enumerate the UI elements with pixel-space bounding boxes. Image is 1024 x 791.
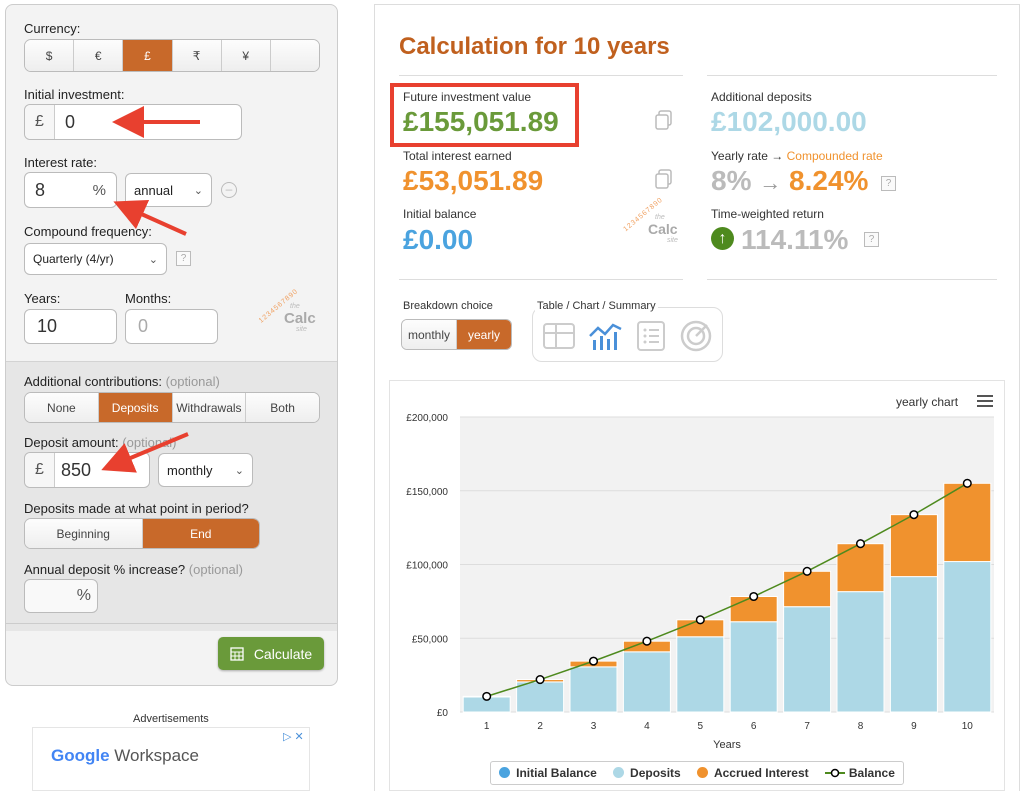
y-tick-label: £200,000: [406, 413, 448, 424]
y-tick-label: £50,000: [412, 634, 449, 645]
twr-label: Time-weighted return: [711, 207, 824, 221]
logo-site: site: [667, 237, 678, 244]
chart-icon[interactable]: [589, 320, 623, 352]
balance-point: [909, 510, 919, 520]
calc-logo: 1234567890 the Calc site: [622, 196, 688, 249]
additional-deposits-label: Additional deposits: [711, 90, 812, 104]
help-icon[interactable]: ?: [881, 176, 896, 191]
logo-word: Calc: [648, 221, 678, 237]
x-tick-label: 6: [751, 721, 757, 732]
deposits-bar: [569, 666, 618, 713]
balance-point: [535, 675, 545, 685]
copy-icon[interactable]: [654, 169, 674, 189]
ads-label: Advertisements: [133, 713, 209, 725]
ad-box[interactable]: Google Workspace ▷ ✕: [32, 727, 310, 791]
balance-point: [588, 656, 599, 666]
x-tick-label: 9: [911, 721, 917, 732]
annotation-arrows: [101, 106, 200, 473]
deposits-bar: [889, 576, 938, 713]
balance-point: [962, 478, 972, 488]
deposits-bar: [676, 636, 725, 713]
page-title: Calculation for 10 years: [399, 33, 670, 60]
initial-balance-label: Initial balance: [403, 207, 477, 221]
logo-the: the: [655, 214, 665, 221]
x-tick-label: 2: [537, 721, 543, 732]
percent-unit: %: [76, 587, 91, 604]
arrow-deposit: [101, 432, 189, 473]
twr-value: 114.11%: [741, 224, 849, 255]
future-value-label: Future investment value: [403, 90, 532, 104]
interest-earned-label: Total interest earned: [403, 149, 512, 163]
divider: [6, 623, 337, 624]
interest-bar: [836, 543, 885, 593]
deposits-bar: [516, 681, 565, 713]
divider: [707, 279, 997, 280]
deposit-increase-input[interactable]: %: [24, 579, 98, 613]
breakdown-selector: monthly yearly: [401, 319, 512, 350]
legend-accrued-interest[interactable]: Accrued Interest: [696, 766, 809, 780]
breakdown-yearly[interactable]: yearly: [457, 320, 511, 349]
y-tick-label: £100,000: [406, 561, 448, 572]
divider: [399, 75, 683, 76]
x-axis-label: Years: [713, 739, 741, 751]
timing-end[interactable]: End: [142, 519, 259, 548]
y-tick-label: £150,000: [406, 487, 448, 498]
initial-balance-value: £0.00: [403, 224, 474, 255]
balance-point: [802, 566, 812, 576]
legend-deposits[interactable]: Deposits: [613, 766, 681, 780]
arrow-rate: [113, 199, 187, 236]
ad-choices-icon[interactable]: ▷ ✕: [283, 730, 304, 743]
x-tick-label: 4: [644, 721, 650, 732]
yearly-chart: £0 £50,000 £100,000 £150,000 £200,000 1 2 3 4 5 6 7…: [406, 413, 994, 751]
deposits-bar: [729, 621, 778, 713]
deposits-bar: [943, 561, 992, 713]
interest-bar: [783, 570, 832, 608]
x-tick-label: 10: [962, 721, 974, 732]
balance-point: [749, 591, 759, 602]
x-tick-label: 8: [858, 721, 864, 732]
interest-earned-value: £53,051.89: [403, 165, 544, 196]
divider: [399, 279, 683, 280]
legend-balance[interactable]: Balance: [824, 766, 895, 780]
balance-point: [642, 636, 652, 646]
rate-label: Yearly rate → Compounded rate: [711, 149, 883, 163]
divider: [707, 75, 997, 76]
summary-list-icon[interactable]: [637, 321, 665, 351]
table-icon[interactable]: [543, 321, 575, 351]
calculator-icon: [230, 646, 244, 661]
balance-point: [482, 691, 492, 701]
help-icon[interactable]: ?: [864, 232, 879, 247]
interest-bar: [943, 482, 992, 563]
x-tick-label: 3: [591, 721, 597, 732]
chart-legend: Initial Balance Deposits Accrued Interes…: [490, 761, 904, 785]
future-value: £155,051.89: [403, 106, 559, 137]
calculate-button[interactable]: Calculate: [218, 637, 324, 670]
breakdown-monthly[interactable]: monthly: [402, 320, 457, 349]
timing-beginning[interactable]: Beginning: [25, 519, 143, 548]
x-tick-label: 5: [698, 721, 704, 732]
deposit-timing-selector: Beginning End: [24, 518, 260, 549]
breakdown-label: Breakdown choice: [403, 300, 493, 312]
x-tick-label: 7: [804, 721, 810, 732]
arrow-up-icon: ↑: [711, 227, 734, 250]
copy-icon[interactable]: [654, 110, 674, 130]
target-icon[interactable]: [680, 320, 712, 352]
calculate-label: Calculate: [253, 645, 313, 662]
rate-values: 8% → 8.24%: [711, 165, 869, 196]
deposits-bar: [622, 651, 671, 713]
x-tick-label: 1: [484, 721, 490, 732]
ad-headline: Google Workspace: [51, 746, 200, 765]
view-label: Table / Chart / Summary: [535, 300, 658, 312]
deposit-timing-label: Deposits made at what point in period?: [24, 501, 249, 516]
balance-point: [695, 615, 705, 625]
legend-initial-balance[interactable]: Initial Balance: [499, 766, 597, 780]
deposits-bar: [836, 591, 885, 713]
y-tick-label: £0: [437, 708, 449, 719]
additional-deposits-value: £102,000.00: [711, 106, 867, 137]
balance-point: [855, 539, 866, 549]
deposits-bar: [783, 606, 832, 713]
deposit-increase-label: Annual deposit % increase? (optional): [24, 562, 243, 577]
